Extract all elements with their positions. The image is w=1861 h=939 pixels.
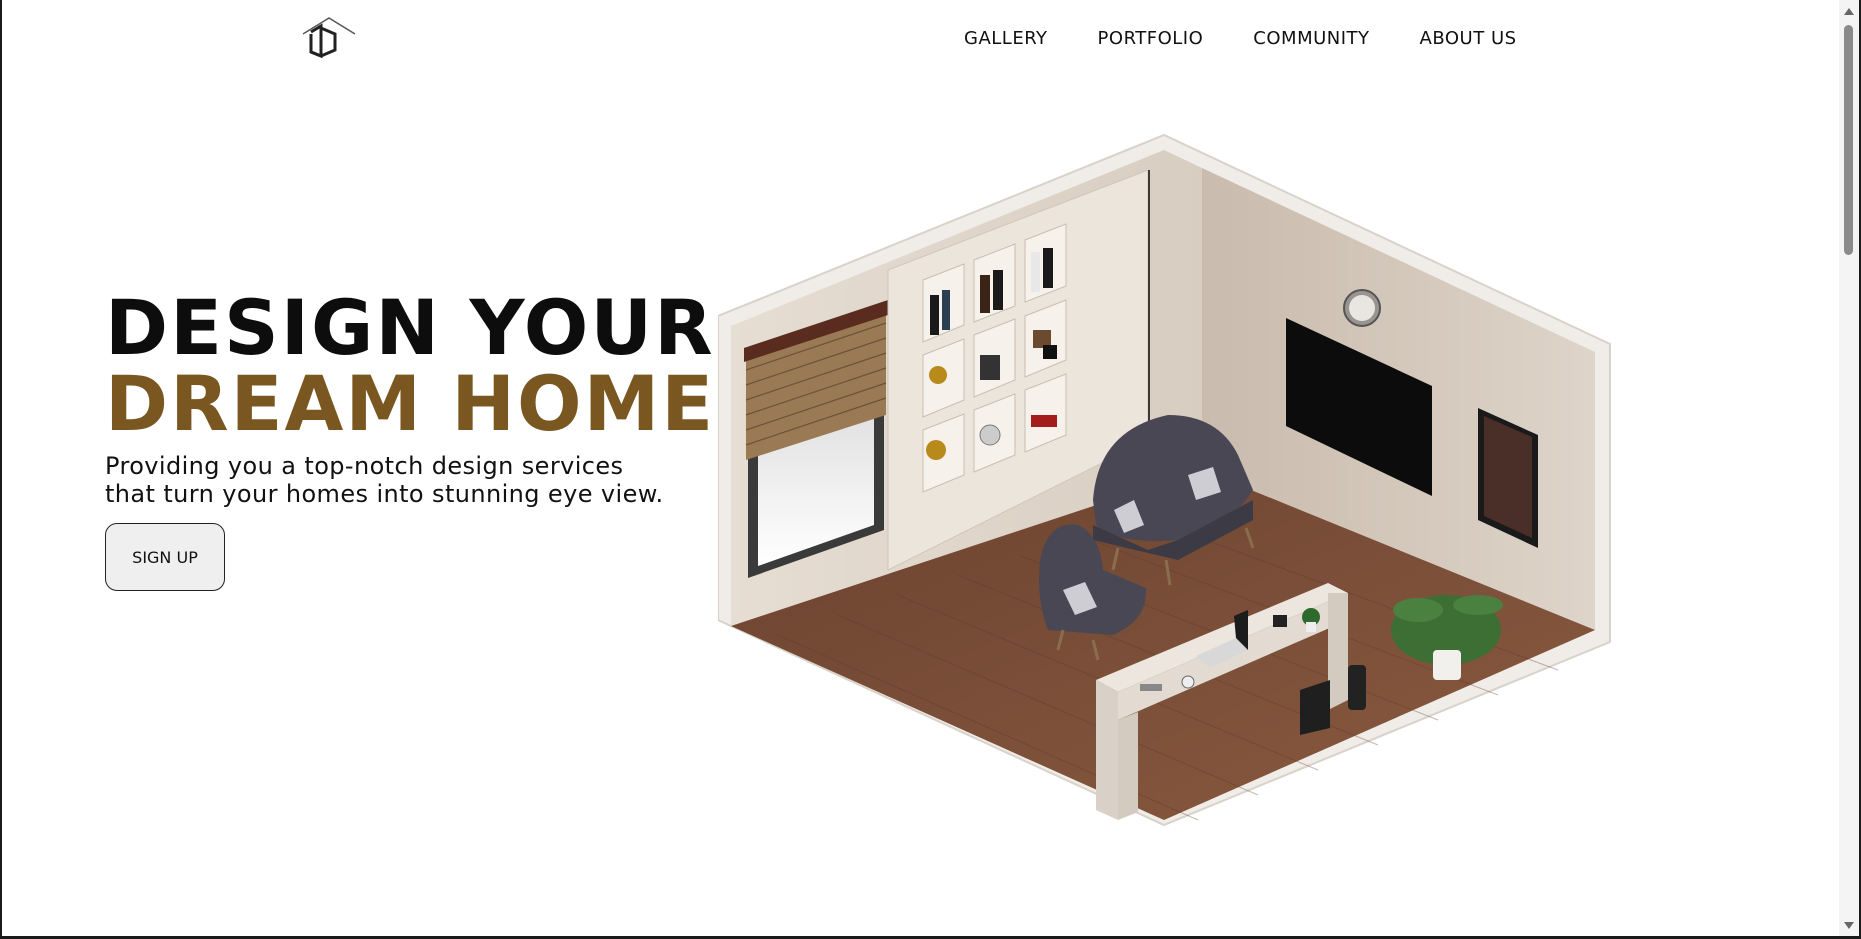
hero-subtitle-line1: Providing you a top-notch design service…: [105, 452, 624, 480]
landing-page: GALLERY PORTFOLIO COMMUNITY ABOUT US DES…: [0, 0, 1861, 939]
isometric-room-illustration: [717, 130, 1618, 830]
hero-title-line2: DREAM HOME: [105, 359, 716, 448]
vertical-scrollbar[interactable]: [1839, 0, 1859, 936]
hero-title: DESIGN YOUR DREAM HOME: [105, 290, 715, 442]
house-logo-icon[interactable]: [299, 16, 359, 62]
nav-item-community[interactable]: COMMUNITY: [1253, 28, 1369, 49]
scroll-thumb[interactable]: [1844, 25, 1853, 255]
hero-subtitle-line2: that turn your homes into stunning eye v…: [105, 480, 664, 508]
signup-button[interactable]: SIGN UP: [105, 523, 225, 591]
scroll-down-icon[interactable]: [1844, 922, 1854, 929]
hero-title-line1: DESIGN YOUR: [105, 283, 715, 372]
nav-item-about-us[interactable]: ABOUT US: [1420, 28, 1517, 49]
nav-item-gallery[interactable]: GALLERY: [964, 28, 1048, 49]
hero-subtitle: Providing you a top-notch design service…: [105, 452, 705, 508]
main-nav: GALLERY PORTFOLIO COMMUNITY ABOUT US: [964, 28, 1567, 49]
scroll-up-icon[interactable]: [1844, 8, 1854, 15]
nav-item-portfolio[interactable]: PORTFOLIO: [1098, 28, 1204, 49]
